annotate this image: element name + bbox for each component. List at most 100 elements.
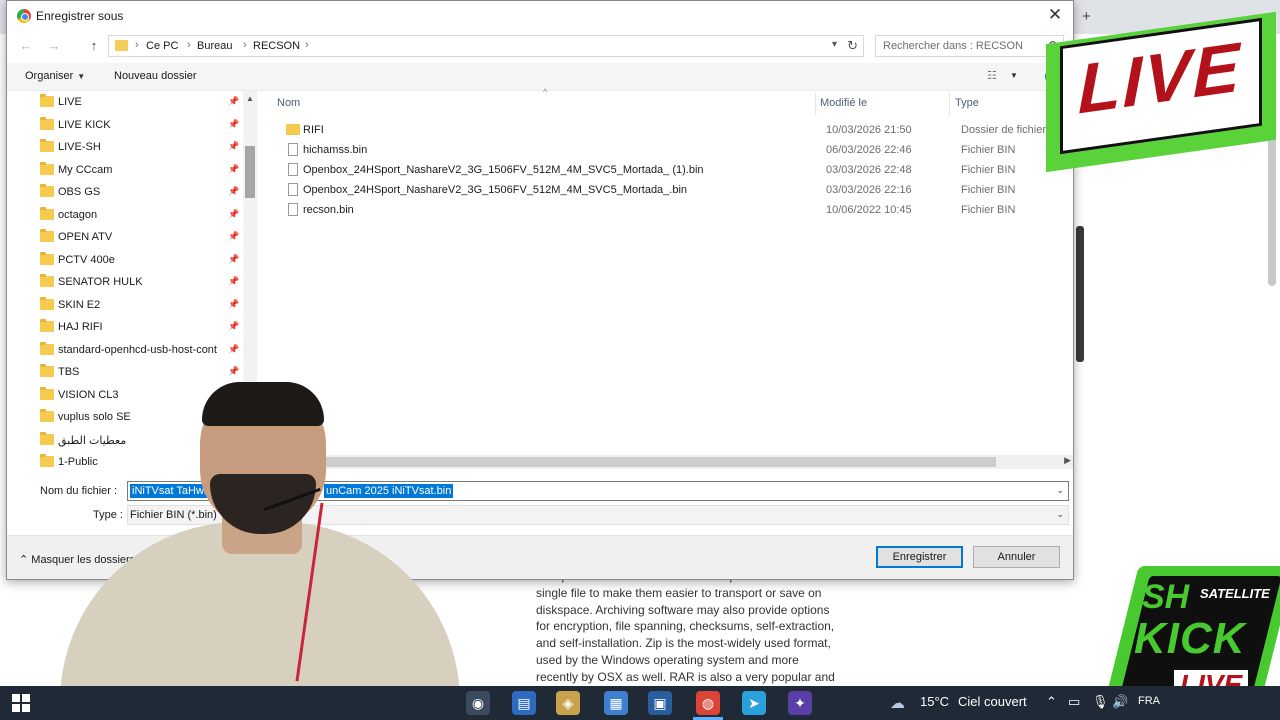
column-divider[interactable] [949, 93, 950, 115]
pin-icon: 📌 [228, 118, 240, 129]
breadcrumb-recson[interactable]: RECSON [253, 40, 300, 52]
folder-icon [40, 274, 54, 287]
article-line: single file to make them easier to trans… [536, 585, 822, 600]
save-button[interactable]: Enregistrer [876, 546, 963, 568]
file-type: Fichier BIN [961, 203, 1016, 216]
nav-item-tbs[interactable]: TBS 📌 [7, 362, 247, 384]
pin-icon: 📌 [228, 96, 240, 106]
scroll-right-icon[interactable]: ▶ [1064, 455, 1071, 466]
cancel-button[interactable]: Annuler [973, 546, 1060, 568]
navigation-row: ← → ↑ › Ce PC › Bureau › RECSON › ▾ ↻ Re… [7, 31, 1073, 61]
chevron-down-icon[interactable]: ▾ [832, 39, 837, 50]
chevron-down-icon[interactable]: ⌄ [1056, 485, 1064, 496]
language-indicator[interactable]: FRA [1138, 695, 1160, 707]
caret-down-icon[interactable]: ▼ [1010, 71, 1018, 80]
column-header-type[interactable]: Type [955, 97, 979, 109]
nav-item-open-atv[interactable]: OPEN ATV 📌 [7, 227, 247, 249]
file-icon [288, 143, 298, 156]
refresh-icon[interactable]: ↻ [847, 38, 858, 54]
obs-app-icon[interactable]: ◉ [466, 691, 490, 715]
nav-item-label: OBS GS [58, 186, 101, 198]
volume-icon[interactable]: 🔊 [1112, 694, 1128, 710]
file-name: Openbox_24HSport_NashareV2_3G_1506FV_512… [303, 164, 704, 176]
breadcrumb-this-pc[interactable]: Ce PC [146, 40, 178, 52]
column-header-modified[interactable]: Modifié le [820, 97, 867, 109]
folder-icon [40, 184, 54, 197]
file-row[interactable]: Openbox_24HSport_NashareV2_3G_1506FV_512… [261, 161, 1073, 181]
new-folder-button[interactable]: Nouveau dossier [114, 70, 197, 82]
address-bar[interactable]: › Ce PC › Bureau › RECSON › ▾ ↻ [108, 35, 864, 57]
nav-item-label: My CCcam [58, 163, 113, 176]
telegram-app-icon[interactable]: ➤ [742, 691, 766, 715]
nav-scroll-thumb[interactable] [245, 146, 255, 198]
column-divider[interactable] [815, 93, 816, 115]
nav-item-label: SKIN E2 [58, 298, 101, 311]
chevron-right-icon[interactable]: › [305, 39, 309, 51]
organize-button[interactable]: Organiser ▼ [25, 70, 85, 82]
network-app-icon[interactable]: ▣ [648, 691, 672, 715]
pin-icon: 📌 [228, 276, 240, 286]
chevron-up-icon: ⌃ [19, 554, 32, 566]
windows-start-icon[interactable] [12, 694, 30, 712]
nav-item-skin-e2[interactable]: SKIN E2 📌 [7, 295, 247, 317]
pin-icon: 📌 [228, 298, 240, 309]
calculator-app-icon[interactable]: ▦ [604, 691, 628, 715]
pin-icon: 📌 [228, 231, 240, 241]
file-modified: 06/03/2026 22:46 [826, 144, 912, 156]
chevron-up-icon[interactable]: ⌃ [1046, 694, 1057, 710]
folder-icon [40, 229, 54, 242]
sh-logo-satellite: SATELLITE [1200, 586, 1270, 601]
file-modified: 10/06/2022 10:45 [826, 203, 912, 216]
file-icon [288, 202, 298, 216]
file-row[interactable]: Openbox_24HSport_NashareV2_3G_1506FV_512… [261, 181, 1073, 201]
nav-item-live-kick[interactable]: LIVE KICK 📌 [7, 115, 247, 137]
app-icon[interactable]: ✦ [788, 691, 812, 715]
folder-icon [40, 364, 54, 377]
nav-item-live[interactable]: LIVE 📌 [7, 92, 247, 114]
nav-item-pctv[interactable]: PCTV 400e 📌 [7, 250, 247, 272]
up-arrow-icon[interactable]: ↑ [85, 37, 103, 55]
article-line: diskspace. Archiving software may also p… [536, 602, 830, 617]
view-options-icon[interactable]: ☷ [987, 69, 1002, 82]
chevron-right-icon[interactable]: › [187, 39, 191, 51]
live-badge-logo: LIVE [1046, 10, 1278, 173]
back-arrow-icon[interactable]: ← [17, 37, 35, 55]
forward-arrow-icon[interactable]: → [45, 37, 63, 55]
page-article-text: Compressed archives combine multiple fil… [536, 568, 846, 686]
chevron-right-icon[interactable]: › [243, 39, 247, 51]
folder-icon [286, 124, 300, 135]
microphone-icon[interactable]: 🎙 [1092, 694, 1109, 710]
nav-item-live-sh[interactable]: LIVE-SH 📌 [7, 137, 247, 159]
dialog-titlebar[interactable]: Enregistrer sous ✕ [7, 1, 1073, 31]
chrome-app-icon[interactable]: ◍ [696, 691, 720, 715]
webcam-overlay [40, 382, 480, 686]
file-row[interactable]: hichamss.bin 06/03/2026 22:46 Fichier BI… [261, 141, 1073, 161]
search-input[interactable]: Rechercher dans : RECSON ⚲ [875, 35, 1064, 57]
article-line: used by the Windows operating system and… [536, 652, 799, 667]
chevron-down-icon[interactable]: ⌄ [1056, 509, 1064, 520]
column-header-name[interactable]: Nom [277, 97, 300, 109]
file-row[interactable]: recson.bin 10/06/2022 10:45 Fichier BIN [261, 201, 1073, 221]
file-type: Fichier BIN [961, 183, 1016, 196]
nav-item-label: standard-openhcd-usb-host-cont [58, 343, 217, 356]
nav-item-label: LIVE-SH [58, 141, 101, 153]
scroll-up-icon[interactable]: ▲ [243, 94, 257, 103]
nav-item-obs-gs[interactable]: OBS GS 📌 [7, 182, 247, 204]
article-line: and self-installation. Zip is the most-w… [536, 636, 831, 651]
breadcrumb-desktop[interactable]: Bureau [197, 40, 232, 52]
nav-item-openhcd[interactable]: standard-openhcd-usb-host-cont 📌 [7, 340, 247, 362]
folder-icon [40, 319, 54, 332]
explorer-app-icon[interactable]: ▤ [512, 691, 536, 715]
nav-item-haj-rifi[interactable]: HAJ RIFI 📌 [7, 317, 247, 339]
nav-item-label: OPEN ATV [58, 231, 113, 243]
nav-item-my-cccam[interactable]: My CCcam 📌 [7, 160, 247, 182]
nav-item-label: HAJ RIFI [58, 321, 103, 333]
file-row[interactable]: RIFI 10/03/2026 21:50 Dossier de fichier… [261, 121, 1073, 141]
nav-item-senator-hulk[interactable]: SENATOR HULK 📌 [7, 272, 247, 294]
weather-temperature: 15°C [920, 694, 950, 709]
pin-icon: 📌 [228, 321, 240, 331]
media-app-icon[interactable]: ◈ [556, 691, 580, 715]
nav-item-octagon[interactable]: octagon 📌 [7, 205, 247, 227]
network-icon[interactable]: ▭ [1068, 694, 1080, 710]
sort-ascending-icon: ^ [543, 87, 548, 97]
